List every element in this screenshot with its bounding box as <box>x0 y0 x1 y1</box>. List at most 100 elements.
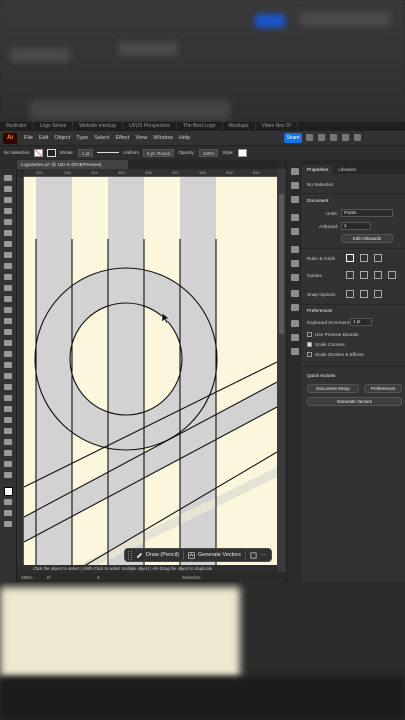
horizontal-ruler[interactable]: 252 288 324 360 396 432 468 504 540 <box>24 169 277 177</box>
width-tool-icon[interactable] <box>4 329 12 335</box>
menu-object[interactable]: Object <box>51 135 73 141</box>
direct-selection-tool-icon[interactable] <box>4 186 12 192</box>
browser-tab[interactable]: Mockups <box>223 122 256 130</box>
stroke-profile[interactable]: Uniform <box>123 150 139 155</box>
browser-tab[interactable]: Website mockup <box>73 122 124 130</box>
blend-tool-icon[interactable] <box>4 406 12 412</box>
document-tab[interactable]: LogoSeries.ai* @ 150 % (RGB/Preview) <box>17 160 128 169</box>
menu-view[interactable]: View <box>132 135 150 141</box>
keyboard-increment-field[interactable]: 1 pt <box>350 318 372 326</box>
opacity-field[interactable]: 100% <box>198 148 219 157</box>
show-guides-icon[interactable] <box>346 271 354 279</box>
preferences-button[interactable]: Preferences <box>364 384 402 393</box>
graph-tool-icon[interactable] <box>4 428 12 434</box>
scale-corners-checkbox[interactable] <box>307 342 312 348</box>
swatches-panel-icon[interactable] <box>291 246 299 253</box>
align-panel-icon[interactable] <box>291 334 299 341</box>
type-tool-icon[interactable] <box>4 241 12 247</box>
hand-tool-icon[interactable] <box>4 461 12 467</box>
pixel-grid-icon[interactable] <box>374 254 382 262</box>
menu-edit[interactable]: Edit <box>36 135 51 141</box>
layers-panel-icon[interactable] <box>291 182 299 189</box>
slice-tool-icon[interactable] <box>4 450 12 456</box>
browser-tab[interactable]: UI/UX Perspective <box>123 122 177 130</box>
transparency-panel-icon[interactable] <box>291 304 299 311</box>
browser-tab[interactable]: The Best Logo <box>177 122 223 130</box>
fill-color-icon[interactable] <box>4 487 13 496</box>
rotation-view[interactable]: 0° <box>47 573 51 582</box>
scrollbar-thumb[interactable] <box>279 194 284 334</box>
vertical-bar-shape[interactable] <box>108 177 144 572</box>
ruler-toggle-icon[interactable] <box>346 254 354 262</box>
symbols-panel-icon[interactable] <box>291 228 299 235</box>
stroke-swatch[interactable] <box>46 148 56 157</box>
eyedropper-icon[interactable] <box>4 395 12 401</box>
edit-artboards-button[interactable]: Edit Artboards <box>341 234 393 243</box>
minimize-icon[interactable] <box>330 134 337 141</box>
tab-libraries[interactable]: Libraries <box>333 165 361 174</box>
scale-strokes-checkbox[interactable] <box>307 352 312 358</box>
appearance-panel-icon[interactable] <box>291 320 299 327</box>
menu-help[interactable]: Help <box>176 135 193 141</box>
smart-guides-icon[interactable] <box>374 271 382 279</box>
artboard-navigation[interactable]: 4 <box>97 573 100 582</box>
screen-mode-icon[interactable] <box>4 510 12 516</box>
paintbrush-icon[interactable] <box>4 274 12 280</box>
artboard-canvas[interactable] <box>24 177 277 572</box>
shape-builder-icon[interactable] <box>4 351 12 357</box>
symbol-sprayer-icon[interactable] <box>4 417 12 423</box>
color-panel-icon[interactable] <box>291 260 299 267</box>
gradient-tool-icon[interactable] <box>4 384 12 390</box>
share-button[interactable]: Share <box>284 133 302 143</box>
vertical-scrollbar[interactable] <box>277 169 286 572</box>
free-transform-icon[interactable] <box>4 340 12 346</box>
artboard-select[interactable]: 4 <box>341 222 371 230</box>
eraser-icon[interactable] <box>4 296 12 302</box>
fill-swatch[interactable] <box>33 148 43 157</box>
menu-effect[interactable]: Effect <box>113 135 133 141</box>
brushes-panel-icon[interactable] <box>291 214 299 221</box>
maximize-icon[interactable] <box>342 134 349 141</box>
workspace-icon[interactable] <box>318 134 325 141</box>
more-options-icon[interactable]: ··· <box>260 552 266 558</box>
libraries-panel-icon[interactable] <box>291 196 299 203</box>
close-icon[interactable] <box>354 134 361 141</box>
rectangle-tool-icon[interactable] <box>4 263 12 269</box>
zoom-level[interactable]: 150% <box>21 573 33 582</box>
clear-guides-icon[interactable] <box>388 271 396 279</box>
rotate-tool-icon[interactable] <box>4 307 12 313</box>
perspective-grid-icon[interactable] <box>4 362 12 368</box>
use-preview-bounds-checkbox[interactable] <box>307 332 312 338</box>
pathfinder-panel-icon[interactable] <box>291 348 299 355</box>
browser-tab[interactable]: Video Nov 07 <box>256 122 299 130</box>
drag-handle[interactable] <box>128 550 132 560</box>
lock-guides-icon[interactable] <box>360 271 368 279</box>
menu-type[interactable]: Type <box>73 135 91 141</box>
stroke-weight-field[interactable]: 1 pt <box>77 148 94 157</box>
mesh-tool-icon[interactable] <box>4 373 12 379</box>
gradient-panel-icon[interactable] <box>291 290 299 297</box>
curvature-tool-icon[interactable] <box>4 230 12 236</box>
draw-pencil-button[interactable]: Draw (Pencil) <box>146 552 179 558</box>
generate-vectors-button[interactable]: Generate Vectors <box>198 552 241 558</box>
zoom-tool-icon[interactable] <box>4 472 12 478</box>
browser-tab[interactable]: Logo Series <box>34 122 74 130</box>
tab-properties[interactable]: Properties <box>302 165 334 174</box>
stroke-profile-preview[interactable] <box>97 152 120 153</box>
snap-to-point-icon[interactable] <box>346 290 354 298</box>
draw-mode-icon[interactable] <box>4 499 12 505</box>
grid-toggle-icon[interactable] <box>360 254 368 262</box>
style-swatch[interactable] <box>237 148 247 157</box>
search-icon[interactable] <box>306 134 313 141</box>
generate-vectors-panel-button[interactable]: Generate Vectors <box>307 397 402 406</box>
line-tool-icon[interactable] <box>4 252 12 258</box>
snap-to-grid-icon[interactable] <box>360 290 368 298</box>
ruler-origin[interactable] <box>17 169 24 177</box>
menu-window[interactable]: Window <box>150 135 176 141</box>
brush-definition[interactable]: 5 pt. Round <box>143 148 175 157</box>
units-select[interactable]: Points <box>341 209 393 217</box>
artwork[interactable] <box>24 177 277 572</box>
artboard-tool-icon[interactable] <box>4 439 12 445</box>
menu-file[interactable]: File <box>21 135 36 141</box>
edit-toolbar-icon[interactable] <box>4 521 12 527</box>
